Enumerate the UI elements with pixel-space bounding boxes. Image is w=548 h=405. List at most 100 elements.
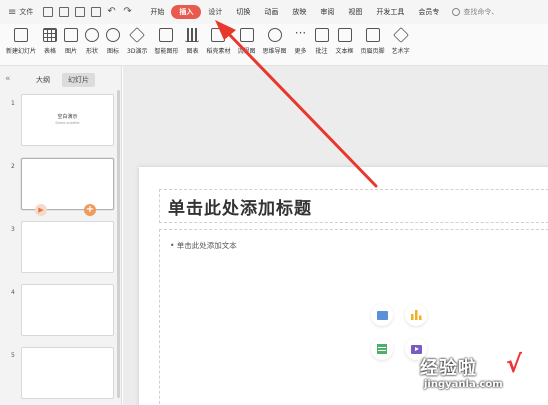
slide-thumbnail[interactable] — [21, 221, 114, 273]
tab-member[interactable]: 会员专 — [411, 4, 446, 20]
docer-assets-button[interactable]: 稻壳素材 — [206, 28, 231, 55]
wordart-button[interactable]: 艺术字 — [391, 27, 410, 55]
tab-outline[interactable]: 大纲 — [30, 73, 56, 87]
watermark: 经验啦 √ jingyanla.com — [420, 350, 540, 400]
table-button[interactable]: 表格 — [43, 28, 58, 55]
slide-panel: « 大纲 幻灯片 1 空白演示 Some subtitle 2 ▶ + 3 4 … — [0, 66, 122, 405]
chart-label: 图表 — [186, 48, 199, 55]
mindmap-label: 思维导图 — [262, 48, 287, 55]
command-search[interactable]: 查找命令、 — [452, 7, 498, 17]
tab-design[interactable]: 设计 — [201, 4, 229, 20]
search-icon — [452, 8, 461, 16]
redo-icon[interactable]: ↷ — [123, 7, 133, 17]
collapse-panel-icon[interactable]: « — [5, 74, 11, 84]
slide-number: 4 — [11, 289, 15, 296]
thumbnail-tools: ▶ + — [21, 204, 114, 216]
shape-icon — [85, 28, 100, 42]
more-button[interactable]: ··· 更多 — [294, 26, 308, 55]
icon-button[interactable]: 图标 — [106, 28, 121, 55]
table-label: 表格 — [44, 48, 57, 55]
slide-thumbnail[interactable] — [21, 158, 114, 210]
checkmark-icon: √ — [506, 350, 523, 378]
undo-icon[interactable]: ↶ — [107, 7, 117, 17]
more-dots-icon: ··· — [294, 26, 307, 40]
search-placeholder: 查找命令、 — [463, 8, 499, 16]
new-slide-button[interactable]: 新建幻灯片 — [6, 28, 36, 55]
title-placeholder-text: 单击此处添加标题 — [168, 198, 312, 219]
docer-icon — [211, 28, 226, 42]
slide-thumbnail[interactable] — [21, 347, 114, 399]
docer-label: 稻壳素材 — [206, 48, 231, 55]
slide-number: 2 — [11, 163, 15, 170]
slide-number: 5 — [11, 352, 15, 359]
comment-button[interactable]: 批注 — [314, 28, 329, 55]
smart-art-icon — [159, 28, 174, 42]
file-menu[interactable]: 文件 — [19, 7, 33, 17]
picture-label: 图片 — [65, 48, 78, 55]
print-preview-icon[interactable] — [91, 7, 102, 17]
tab-developer[interactable]: 开发工具 — [369, 4, 411, 20]
chart-icon — [410, 310, 422, 320]
add-slide-icon[interactable]: + — [84, 204, 96, 216]
header-footer-icon — [365, 28, 380, 42]
picture-icon — [376, 310, 388, 320]
3d-button[interactable]: 3D演示 — [127, 27, 148, 55]
mindmap-icon — [267, 28, 282, 42]
export-pdf-icon[interactable] — [59, 7, 70, 17]
cube-icon — [129, 27, 146, 43]
save-icon[interactable] — [43, 7, 54, 17]
thumb-title: 空白演示 — [57, 114, 78, 120]
header-footer-button[interactable]: 页眉页脚 — [361, 28, 385, 55]
icon-label: 图标 — [107, 48, 120, 55]
slide-thumbnail[interactable]: 空白演示 Some subtitle — [21, 94, 114, 146]
table-icon — [43, 28, 58, 42]
tab-insert[interactable]: 插入 — [171, 5, 202, 19]
tab-slides[interactable]: 幻灯片 — [62, 73, 95, 87]
tab-home[interactable]: 开始 — [143, 4, 171, 20]
panel-scrollbar[interactable] — [117, 90, 120, 398]
picture-icon — [64, 28, 79, 42]
body-placeholder-text: • 单击此处添加文本 — [170, 241, 237, 250]
print-icon[interactable] — [75, 7, 86, 17]
insert-table-button[interactable] — [371, 338, 393, 360]
textbox-icon — [337, 28, 352, 42]
tab-view[interactable]: 视图 — [341, 4, 369, 20]
ribbon-tabs: 开始 插入 设计 切换 动画 放映 审阅 视图 开发工具 会员专 — [143, 4, 446, 20]
play-icon[interactable]: ▶ — [35, 204, 47, 216]
chart-icon — [185, 28, 200, 42]
mindmap-button[interactable]: 思维导图 — [263, 28, 287, 55]
insert-picture-button[interactable] — [371, 304, 393, 326]
thumb-subtitle: Some subtitle — [55, 121, 80, 125]
comment-label: 批注 — [315, 48, 328, 55]
watermark-url: jingyanla.com — [424, 379, 503, 390]
tab-transition[interactable]: 切换 — [229, 4, 257, 20]
menu-icon[interactable]: ≡ — [8, 7, 16, 18]
picture-button[interactable]: 图片 — [64, 28, 79, 55]
flowchart-button[interactable]: 流程图 — [238, 28, 256, 55]
textbox-button[interactable]: 文本框 — [336, 28, 354, 55]
tab-animation[interactable]: 动画 — [257, 4, 285, 20]
flowchart-icon — [239, 28, 254, 42]
title-placeholder[interactable]: 单击此处添加标题 — [159, 189, 548, 223]
video-icon — [410, 344, 422, 354]
slide-number: 1 — [11, 100, 15, 107]
flowchart-label: 流程图 — [237, 48, 256, 55]
icons-icon — [106, 28, 121, 42]
insert-chart-button[interactable] — [405, 304, 427, 326]
header-footer-label: 页眉页脚 — [360, 48, 385, 55]
wordart-icon — [392, 27, 409, 43]
new-slide-icon — [14, 28, 28, 42]
chart-button[interactable]: 图表 — [185, 28, 200, 55]
menu-bar: ≡ 文件 ↶ ↷ 开始 插入 设计 切换 动画 放映 审阅 视图 开发工具 会员… — [0, 0, 548, 24]
3d-label: 3D演示 — [127, 48, 148, 55]
shape-button[interactable]: 形状 — [85, 28, 100, 55]
view-tabs: 大纲 幻灯片 — [30, 73, 95, 87]
wordart-label: 艺术字 — [391, 48, 410, 55]
tab-slideshow[interactable]: 放映 — [285, 4, 313, 20]
smart-art-button[interactable]: 智能图形 — [154, 28, 178, 55]
tab-review[interactable]: 审阅 — [313, 4, 341, 20]
textbox-label: 文本框 — [335, 48, 354, 55]
slide-thumbnail[interactable] — [21, 284, 114, 336]
smart-art-label: 智能图形 — [154, 48, 179, 55]
quick-access-toolbar: ↶ ↷ — [43, 7, 133, 17]
